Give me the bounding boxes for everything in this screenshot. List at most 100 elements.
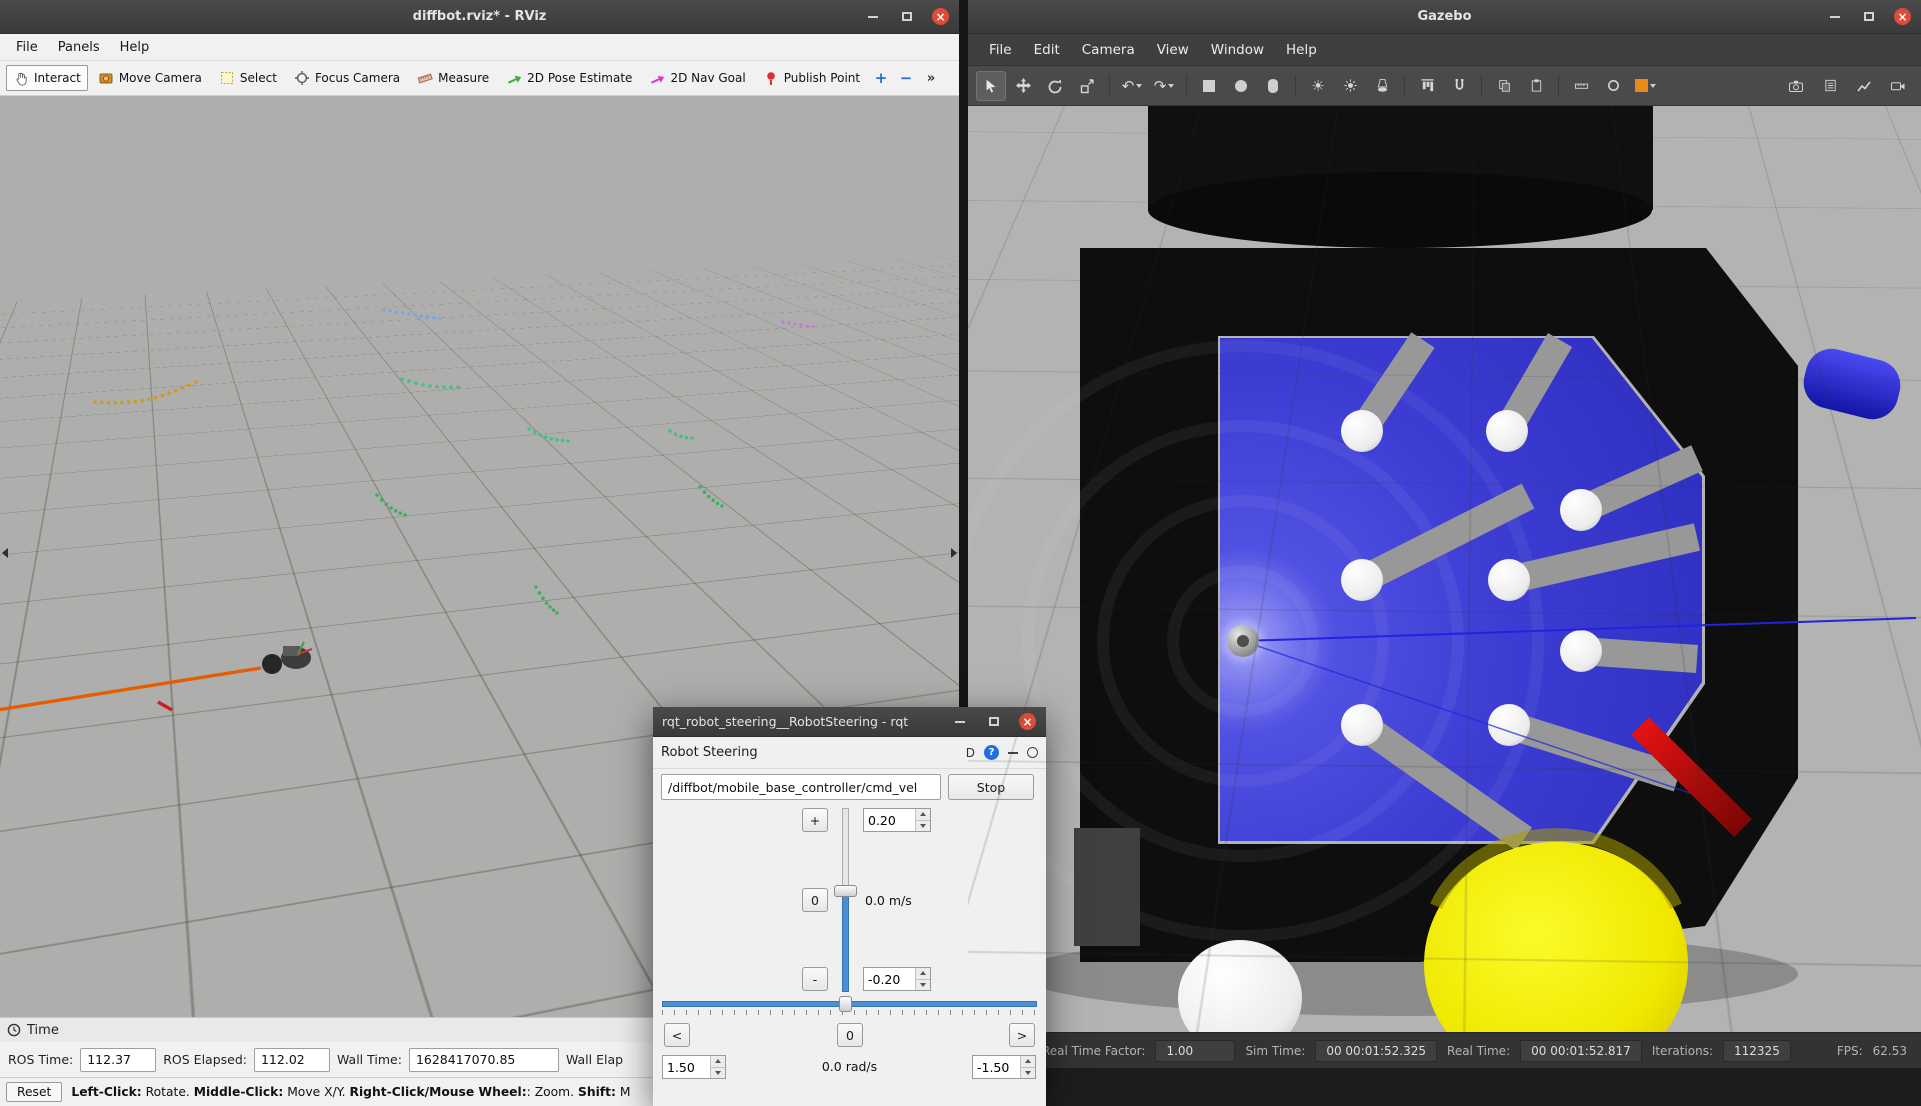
linear-max-value[interactable]	[864, 809, 915, 831]
pose-estimate-tool-button[interactable]: 2D Pose Estimate	[499, 65, 639, 91]
add-tool-button[interactable]: +	[870, 66, 892, 90]
record-video-button[interactable]	[1883, 71, 1913, 101]
undo-button[interactable]: ↶	[1117, 71, 1147, 101]
gazebo-maximize-button[interactable]	[1860, 8, 1878, 26]
angular-right-button[interactable]: >	[1009, 1023, 1035, 1047]
spin-arrows[interactable]	[915, 809, 930, 831]
spin-up-icon	[920, 971, 926, 975]
angular-velocity-readout: 0.0 rad/s	[753, 1059, 946, 1074]
rqt-window-title: rqt_robot_steering__RobotSteering - rqt	[662, 714, 908, 729]
directional-light-button[interactable]: ☀	[1303, 71, 1333, 101]
rqt-close-button[interactable]: ×	[1019, 713, 1036, 730]
building-editor-button[interactable]	[1630, 71, 1660, 101]
point-light-button[interactable]	[1335, 71, 1365, 101]
spin-down-icon	[715, 1071, 721, 1075]
gazebo-titlebar[interactable]: Gazebo ×	[968, 0, 1921, 34]
ros-elapsed-field[interactable]	[254, 1048, 330, 1072]
right-panel-expand-arrow[interactable]	[951, 548, 957, 558]
rviz-titlebar[interactable]: diffbot.rviz* - RViz ×	[0, 0, 959, 34]
gazebo-menu-camera[interactable]: Camera	[1071, 38, 1146, 62]
rviz-menu-panels[interactable]: Panels	[48, 37, 110, 58]
toolbar-separator	[1404, 75, 1405, 97]
rviz-minimize-button[interactable]	[864, 8, 882, 26]
rviz-close-button[interactable]: ×	[932, 8, 949, 25]
angular-slider-handle[interactable]	[839, 996, 852, 1012]
nav-goal-tool-button[interactable]: 2D Nav Goal	[642, 65, 752, 91]
align-button[interactable]	[1412, 71, 1442, 101]
redo-button[interactable]: ↷	[1149, 71, 1179, 101]
rviz-menu-file[interactable]: File	[6, 37, 48, 58]
rqt-minimize-button[interactable]	[951, 713, 969, 731]
interact-tool-button[interactable]: Interact	[6, 65, 88, 91]
select-mode-button[interactable]	[976, 71, 1006, 101]
real-time-factor-value: 1.00	[1155, 1040, 1235, 1062]
linear-slider-handle[interactable]	[834, 885, 857, 897]
angular-min-value[interactable]	[973, 1056, 1020, 1078]
linear-increase-button[interactable]: +	[802, 808, 828, 832]
move-camera-tool-button[interactable]: Move Camera	[91, 65, 209, 91]
angular-max-spinbox[interactable]	[662, 1055, 726, 1079]
gazebo-menu-help[interactable]: Help	[1275, 38, 1328, 62]
linear-zero-button[interactable]: 0	[802, 888, 828, 912]
angular-zero-button[interactable]: 0	[837, 1023, 863, 1047]
spot-light-button[interactable]	[1367, 71, 1397, 101]
insert-sphere-button[interactable]	[1226, 71, 1256, 101]
angular-min-spinbox[interactable]	[972, 1055, 1036, 1079]
rqt-maximize-button[interactable]	[985, 713, 1003, 731]
translate-mode-button[interactable]	[1008, 71, 1038, 101]
scale-mode-button[interactable]	[1072, 71, 1102, 101]
left-panel-expand-arrow[interactable]	[2, 548, 8, 558]
gazebo-3d-viewport[interactable]	[968, 106, 1921, 1032]
linear-min-spinbox[interactable]	[863, 967, 931, 991]
copy-button[interactable]	[1489, 71, 1519, 101]
gazebo-menu-file[interactable]: File	[978, 38, 1023, 62]
spin-arrows[interactable]	[710, 1056, 725, 1078]
spin-arrows[interactable]	[1020, 1056, 1035, 1078]
angular-left-button[interactable]: <	[664, 1023, 690, 1047]
select-tool-button[interactable]: Select	[212, 65, 284, 91]
paste-button[interactable]	[1521, 71, 1551, 101]
spin-arrows[interactable]	[915, 968, 930, 990]
gazebo-menu-view[interactable]: View	[1146, 38, 1200, 62]
insert-box-button[interactable]	[1194, 71, 1224, 101]
remove-tool-button[interactable]: −	[895, 66, 917, 90]
rviz-menu-help[interactable]: Help	[110, 37, 160, 58]
undock-icon[interactable]	[1008, 752, 1018, 754]
linear-max-spinbox[interactable]	[863, 808, 931, 832]
help-button[interactable]: ?	[984, 745, 999, 760]
linear-min-value[interactable]	[864, 968, 915, 990]
angular-max-value[interactable]	[663, 1056, 710, 1078]
rqt-titlebar[interactable]: rqt_robot_steering__RobotSteering - rqt …	[653, 707, 1046, 737]
plugin-close-icon[interactable]	[1027, 747, 1038, 758]
building-editor-caret	[1650, 84, 1656, 88]
measure-tool-button[interactable]: Measure	[410, 65, 496, 91]
linear-slider-track-lower[interactable]	[842, 891, 849, 992]
dock-badge[interactable]: D	[966, 746, 975, 760]
publish-point-tool-button[interactable]: Publish Point	[756, 65, 867, 91]
snap-button[interactable]	[1444, 71, 1474, 101]
linear-decrease-button[interactable]: -	[802, 967, 828, 991]
gazebo-window: Gazebo × File Edit Camera View Window He…	[968, 0, 1921, 1106]
data-logger-button[interactable]	[1815, 71, 1845, 101]
measure-button[interactable]	[1566, 71, 1596, 101]
toolbar-overflow-button[interactable]: »	[920, 66, 942, 90]
screenshot-button[interactable]	[1781, 71, 1811, 101]
gazebo-close-button[interactable]: ×	[1894, 8, 1911, 25]
joint-ring-button[interactable]	[1598, 71, 1628, 101]
stop-button[interactable]: Stop	[948, 774, 1034, 800]
plot-button[interactable]	[1849, 71, 1879, 101]
wall-time-field[interactable]	[409, 1048, 559, 1072]
reset-button[interactable]: Reset	[6, 1082, 62, 1102]
insert-cylinder-button[interactable]	[1258, 71, 1288, 101]
gazebo-minimize-button[interactable]	[1826, 8, 1844, 26]
gazebo-menu-edit[interactable]: Edit	[1023, 38, 1071, 62]
rviz-maximize-button[interactable]	[898, 8, 916, 26]
focus-camera-tool-button[interactable]: Focus Camera	[287, 65, 407, 91]
ros-time-field[interactable]	[80, 1048, 156, 1072]
linear-slider-track-upper[interactable]	[842, 808, 849, 891]
rotate-mode-button[interactable]	[1040, 71, 1070, 101]
gazebo-menu-window[interactable]: Window	[1200, 38, 1275, 62]
cmd-vel-topic-input[interactable]	[661, 774, 941, 800]
nav-goal-label: 2D Nav Goal	[670, 71, 745, 85]
toolbar-separator	[1558, 75, 1559, 97]
